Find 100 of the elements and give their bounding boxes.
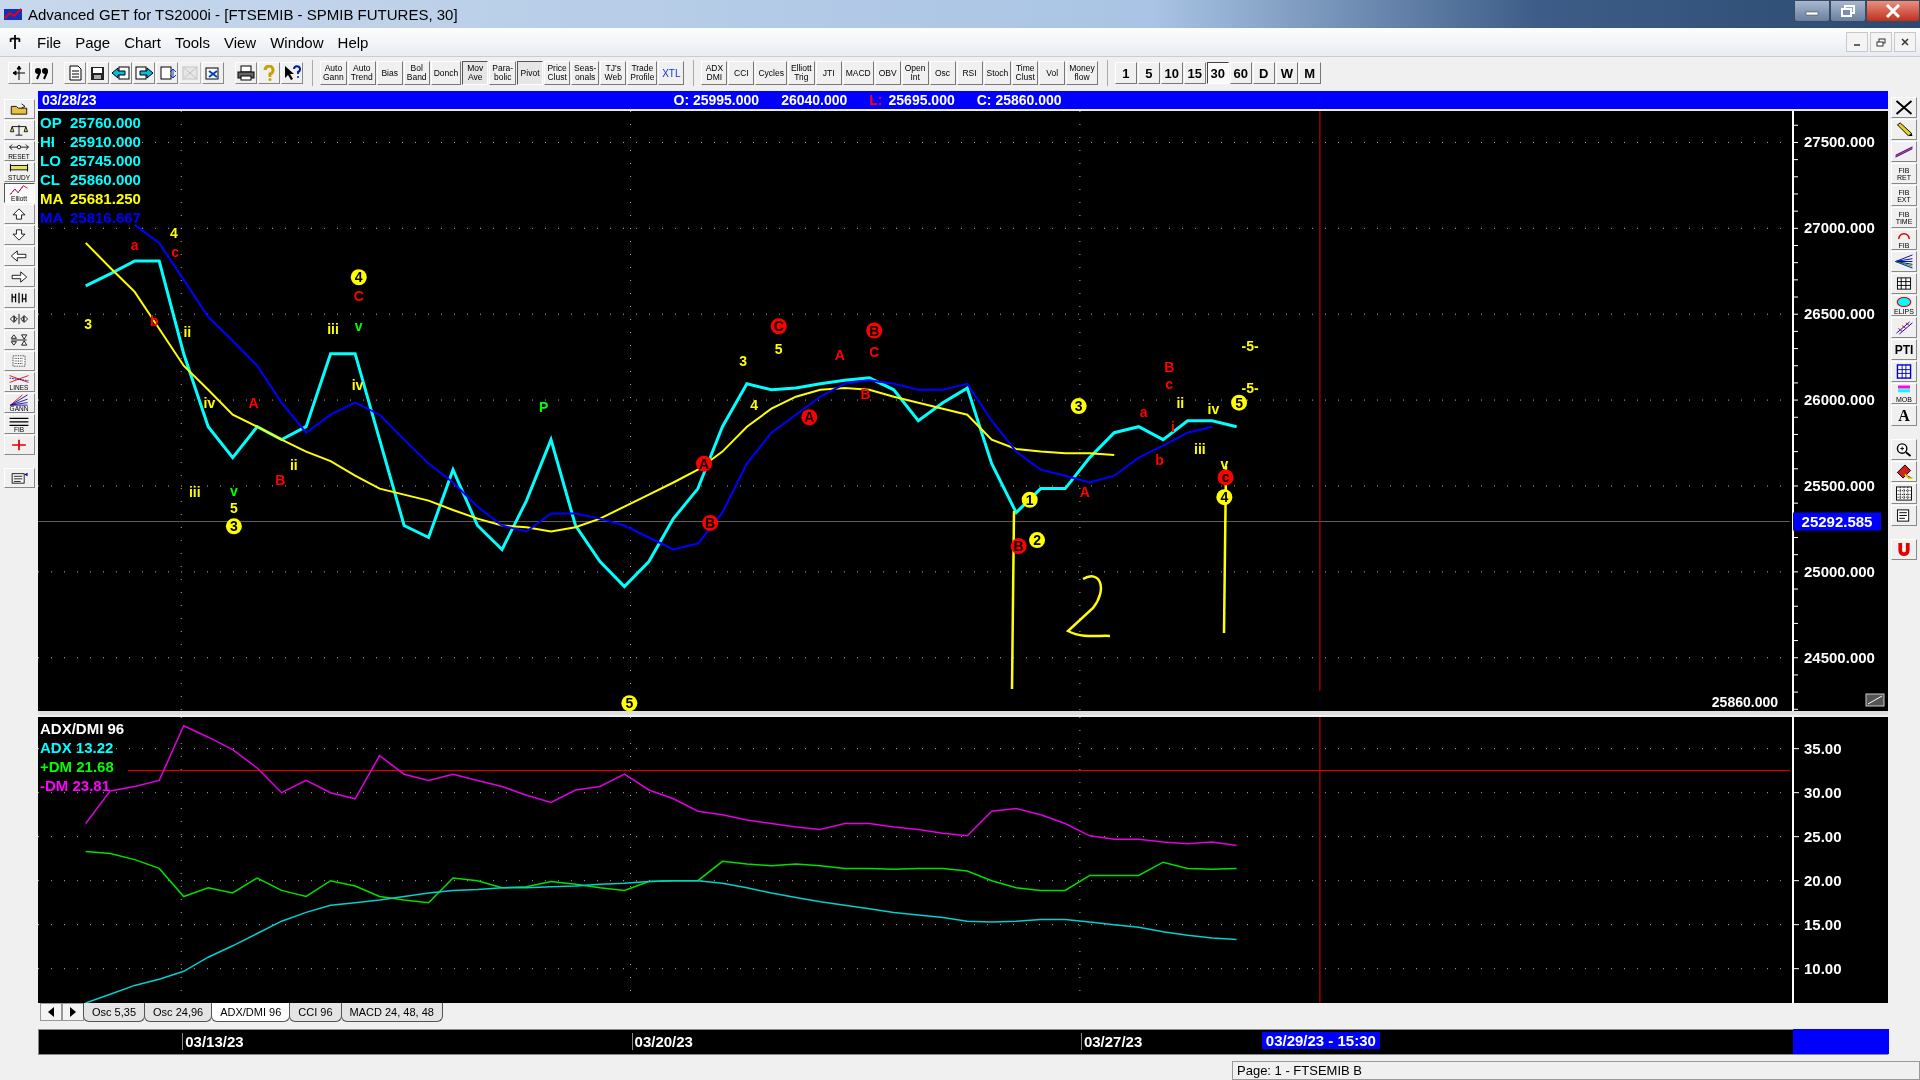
tool-button[interactable]: [3, 246, 35, 266]
indicator-button[interactable]: Open Int: [901, 61, 929, 85]
overlay-button[interactable]: Seas- onals: [571, 61, 600, 85]
legend-label: MA: [40, 208, 65, 227]
circled-wave-label: B: [866, 322, 883, 339]
last-price: 25860.000: [1711, 694, 1778, 710]
indicator-tab[interactable]: Osc 5,35: [83, 1003, 146, 1022]
toolbar-button[interactable]: [8, 62, 30, 84]
menu-item[interactable]: View: [216, 33, 264, 51]
circled-wave-label: 4: [350, 269, 367, 286]
interval-button[interactable]: 30: [1206, 62, 1229, 84]
tool-button[interactable]: [3, 99, 35, 119]
overlay-button[interactable]: Trade Profile: [627, 61, 658, 85]
indicator-button[interactable]: Osc: [929, 61, 956, 85]
drawing-tool-button[interactable]: [1891, 439, 1917, 460]
indicator-tab[interactable]: ADX/DMI 96: [211, 1003, 291, 1022]
interval-button[interactable]: W: [1275, 62, 1298, 84]
indicator-button[interactable]: Vol: [1039, 61, 1066, 85]
indicator-tab[interactable]: MACD 24, 48, 48: [340, 1003, 443, 1022]
overlay-button[interactable]: Bias: [376, 61, 403, 85]
indicator-button[interactable]: RSI: [956, 61, 983, 85]
circled-wave-label: 3: [225, 518, 242, 535]
indicator-button[interactable]: ADX DMI: [701, 61, 728, 85]
wave-label: c: [1165, 375, 1174, 392]
overlay-button[interactable]: Auto Trend: [347, 61, 376, 85]
toolbar-button[interactable]: [235, 62, 257, 84]
indicator-button[interactable]: MACD: [842, 61, 874, 85]
tool-button[interactable]: [3, 468, 35, 488]
drawing-tool-button[interactable]: [1891, 141, 1917, 162]
tool-button[interactable]: [3, 267, 35, 287]
indicator-button[interactable]: OBV: [874, 61, 901, 85]
indicator-button[interactable]: Time Clust: [1012, 61, 1039, 85]
indicator-tab[interactable]: Osc 24,96: [144, 1003, 213, 1022]
indicator-button[interactable]: Money flow: [1066, 61, 1098, 85]
drawing-tool-button[interactable]: A: [1891, 405, 1917, 426]
overlay-button[interactable]: Bol Band: [403, 61, 430, 85]
interval-button[interactable]: 10: [1160, 62, 1183, 84]
tool-button[interactable]: [3, 120, 35, 140]
interval-button[interactable]: 60: [1229, 62, 1252, 84]
indicator-button[interactable]: Elliott Trig: [787, 61, 815, 85]
wave-label: 5: [774, 340, 783, 357]
minimize-button[interactable]: [1794, 0, 1830, 22]
toolbar-button[interactable]: [281, 62, 303, 84]
wave-label: A: [1079, 484, 1090, 500]
interval-button[interactable]: 5: [1137, 62, 1160, 84]
toolbar-button[interactable]: [31, 62, 53, 84]
drawing-tool-button[interactable]: [1891, 361, 1917, 382]
drawing-tool-button[interactable]: [1891, 273, 1917, 294]
indicator-tab[interactable]: CCI 96: [289, 1003, 342, 1022]
tool-button[interactable]: [3, 330, 35, 350]
menu-item[interactable]: File: [30, 33, 69, 51]
interval-button[interactable]: 1: [1114, 62, 1137, 84]
indicator-button[interactable]: CCI: [728, 61, 755, 85]
menu-item[interactable]: Tools: [167, 33, 217, 51]
toolbar-button[interactable]: [110, 62, 132, 84]
menu-item[interactable]: Help: [330, 33, 376, 51]
close-icon: [1885, 4, 1901, 18]
tool-button[interactable]: [3, 225, 35, 245]
overlay-button[interactable]: Pivot: [517, 61, 544, 85]
scroll-right-button[interactable]: [62, 1003, 84, 1021]
indicator-button[interactable]: JTI: [815, 61, 842, 85]
interval-button[interactable]: 15: [1183, 62, 1206, 84]
toolbar-button[interactable]: [87, 62, 109, 84]
overlay-button[interactable]: TJ's Web: [600, 61, 627, 85]
drawing-tool-button[interactable]: [1891, 461, 1917, 482]
interval-button[interactable]: D: [1252, 62, 1275, 84]
drawing-tool-button[interactable]: [1891, 317, 1917, 338]
menu-item[interactable]: Chart: [117, 33, 168, 51]
resize-icon: [1865, 693, 1885, 707]
drawing-tool-button[interactable]: PTI: [1891, 339, 1917, 360]
tool-button[interactable]: [3, 309, 35, 329]
indicator-button[interactable]: Stoch: [983, 61, 1012, 85]
overlay-button[interactable]: Price Clust: [544, 61, 571, 85]
restore-button[interactable]: [1870, 32, 1892, 52]
axis-label: 27500.000: [1804, 133, 1875, 151]
menu-item[interactable]: Window: [263, 33, 331, 51]
drawing-tool-button[interactable]: [1891, 251, 1917, 272]
tool-button[interactable]: [3, 204, 35, 224]
maximize-button[interactable]: [1830, 0, 1866, 22]
toolbar-button[interactable]: [156, 62, 178, 84]
pointer-help-icon: [282, 65, 302, 81]
grid-icon: [180, 65, 200, 81]
tool-button[interactable]: [3, 288, 35, 308]
drawing-tool-button[interactable]: [1891, 483, 1917, 504]
toolbar-button[interactable]: [202, 62, 224, 84]
scroll-left-button[interactable]: [40, 1003, 62, 1021]
toolbar-button[interactable]: [133, 62, 155, 84]
overlay-button[interactable]: Mov Ave: [462, 61, 489, 85]
menu-item[interactable]: Page: [68, 33, 118, 51]
indicator-button[interactable]: Cycles: [755, 61, 787, 85]
drawing-tool-button[interactable]: [1891, 97, 1917, 118]
overlay-button[interactable]: Auto Gann: [320, 61, 347, 85]
close-button[interactable]: [1866, 0, 1920, 22]
overlay-button[interactable]: Donch: [430, 61, 462, 85]
drawing-tool-button[interactable]: [1891, 119, 1917, 140]
overlay-button[interactable]: XTL: [658, 61, 685, 85]
circled-wave-label: 5: [621, 695, 638, 711]
drawing-tool-button[interactable]: [1891, 505, 1917, 526]
overlay-button[interactable]: Para- bolic: [489, 61, 517, 85]
interval-button[interactable]: M: [1298, 62, 1321, 84]
